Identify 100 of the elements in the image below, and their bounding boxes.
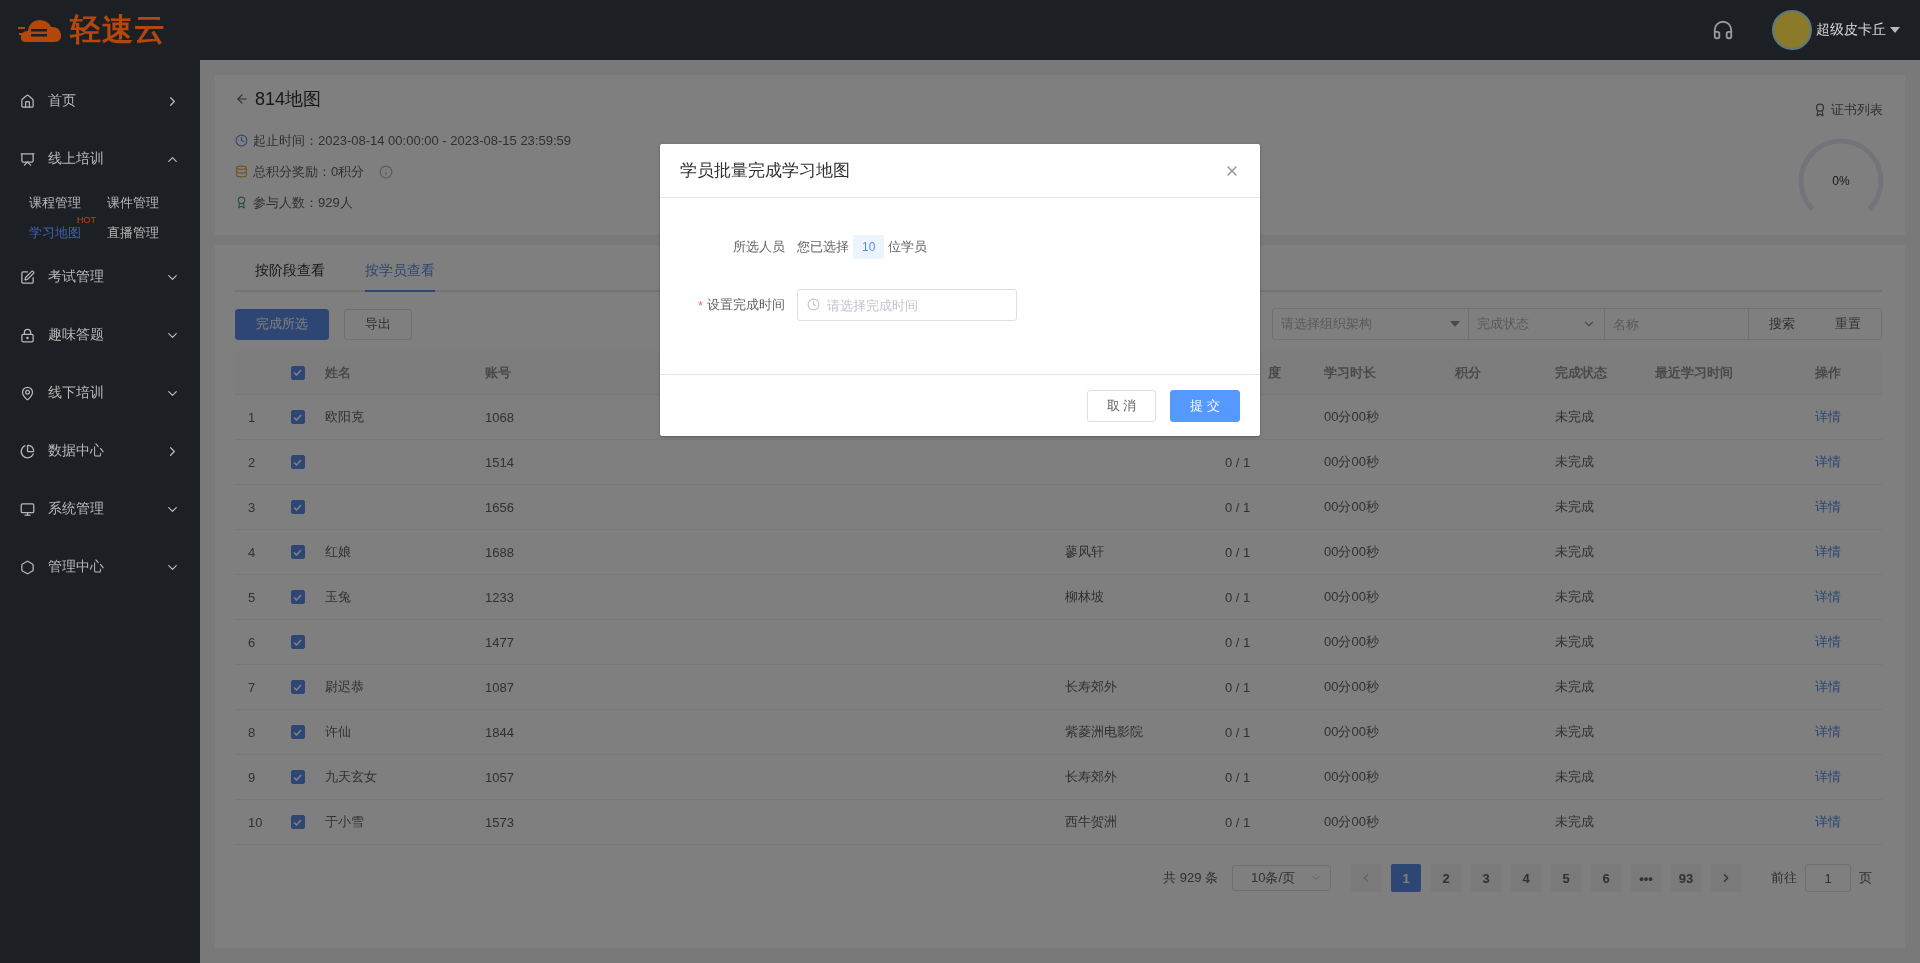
sidebar-subitem[interactable]: 直播管理 — [107, 224, 159, 242]
row-checkbox[interactable] — [290, 815, 305, 829]
details-link[interactable]: 详情 — [1815, 588, 1841, 606]
next-page-button[interactable] — [1711, 864, 1741, 892]
table-cell: 未完成 — [1555, 678, 1594, 696]
page-button[interactable]: 1 — [1391, 864, 1421, 892]
sidebar-item[interactable]: 考试管理 — [0, 248, 200, 306]
sidebar-item[interactable]: 管理中心 — [0, 538, 200, 596]
row-checkbox[interactable] — [290, 455, 305, 469]
sidebar-item[interactable]: 趣味答题 — [0, 306, 200, 364]
sidebar-item[interactable]: 首页 — [0, 72, 200, 130]
sidebar-item[interactable]: 系统管理 — [0, 480, 200, 538]
row-checkbox[interactable] — [290, 500, 305, 514]
table-cell: 1844 — [485, 724, 514, 740]
details-link[interactable]: 详情 — [1815, 543, 1841, 561]
table-cell: 蓼风轩 — [1065, 543, 1104, 561]
date-time-field[interactable]: 请选择完成时间 — [797, 289, 1017, 321]
progress-reading: 0% — [1832, 174, 1850, 188]
table-cell: 00分00秒 — [1324, 678, 1379, 696]
cancel-button[interactable]: 取 消 — [1086, 389, 1157, 422]
table-cell: 9 — [248, 769, 256, 785]
details-link[interactable]: 详情 — [1815, 813, 1841, 831]
home-icon — [20, 93, 35, 109]
table-cell: 许仙 — [325, 723, 351, 741]
submit-button[interactable]: 提 交 — [1170, 389, 1240, 422]
row-checkbox[interactable] — [290, 725, 305, 739]
goto-page-field[interactable]: 1 — [1805, 864, 1851, 892]
table-cell: 6 — [248, 634, 256, 650]
table-cell: 1573 — [485, 814, 514, 830]
page-button[interactable]: ••• — [1631, 864, 1661, 892]
certificate-link[interactable]: 证书列表 — [1813, 101, 1883, 119]
table-cell: 于小雪 — [325, 813, 364, 831]
form-text: 位学员 — [888, 238, 928, 256]
row-checkbox[interactable] — [290, 635, 305, 649]
back-arrow-icon[interactable] — [235, 92, 249, 106]
table-cell: 未完成 — [1555, 768, 1594, 786]
details-link[interactable]: 详情 — [1815, 768, 1841, 786]
table-cell: 0 / 1 — [1225, 589, 1251, 605]
page-button[interactable]: 4 — [1511, 864, 1541, 892]
details-link[interactable]: 详情 — [1815, 633, 1841, 651]
page-button[interactable]: 6 — [1591, 864, 1621, 892]
table-cell: 3 — [248, 499, 256, 515]
row-checkbox[interactable] — [290, 770, 305, 784]
page-button[interactable]: 2 — [1431, 864, 1461, 892]
table-cell: 1068 — [485, 409, 514, 425]
table-cell: 2 — [248, 454, 256, 470]
sidebar-subitem[interactable]: 课程管理 — [29, 194, 81, 212]
table-cell: 1087 — [485, 679, 514, 695]
table-cell: 00分00秒 — [1324, 633, 1379, 651]
table-cell: 未完成 — [1555, 453, 1594, 471]
table-cell: 1477 — [485, 634, 514, 650]
info-text: 起止时间：2023-08-14 00:00:00 - 2023-08-15 23:59:59 — [253, 131, 571, 150]
table-cell: 柳林坡 — [1065, 588, 1104, 606]
page-button[interactable]: 3 — [1471, 864, 1501, 892]
details-link[interactable]: 详情 — [1815, 453, 1841, 471]
table-cell: 5 — [248, 589, 256, 605]
table-cell: 10 — [248, 814, 263, 830]
sidebar-subitem[interactable]: 课件管理 — [107, 194, 159, 212]
row-checkbox[interactable] — [290, 410, 305, 424]
table-cell: 0 / 1 — [1225, 814, 1251, 830]
table-cell: 九天玄女 — [325, 768, 377, 786]
reset-button[interactable]: 重置 — [1815, 309, 1881, 339]
table-cell: 00分00秒 — [1324, 768, 1379, 786]
sidebar-item[interactable]: 线上培训 — [0, 130, 200, 188]
table-cell: 西牛贺洲 — [1065, 813, 1117, 831]
page-button[interactable]: 93 — [1671, 864, 1701, 892]
row-checkbox[interactable] — [290, 680, 305, 694]
complete-selected-button[interactable]: 完成所选 — [235, 308, 329, 340]
tab[interactable]: 按阶段查看 — [255, 245, 325, 292]
page-button[interactable]: 5 — [1551, 864, 1581, 892]
search-button[interactable]: 搜索 — [1749, 309, 1815, 339]
table-cell: 00分00秒 — [1324, 543, 1379, 561]
info-text: 参与人数：929人 — [253, 193, 353, 212]
hot-label: HOT — [77, 214, 96, 225]
table-cell: 欧阳克 — [325, 408, 364, 426]
details-link[interactable]: 详情 — [1815, 408, 1841, 426]
select-all-checkbox[interactable] — [290, 365, 305, 380]
pie-chart-icon — [20, 443, 35, 459]
user-name[interactable]: 超级皮卡丘 — [1816, 21, 1886, 39]
logo-text: 轻速云 — [70, 11, 166, 49]
caret-down-icon — [1450, 321, 1460, 327]
headset-icon[interactable] — [1712, 19, 1734, 41]
sidebar-item[interactable]: 线下培训 — [0, 364, 200, 422]
page-size-select[interactable]: 10条/页 — [1232, 865, 1331, 891]
info-icon[interactable] — [379, 164, 394, 179]
page-suffix: 页 — [1859, 869, 1872, 887]
details-link[interactable]: 详情 — [1815, 723, 1841, 741]
sidebar-subitem[interactable]: 学习地图 — [29, 224, 81, 242]
table-cell: 00分00秒 — [1324, 588, 1379, 606]
row-checkbox[interactable] — [290, 545, 305, 559]
table-cell: 未完成 — [1555, 588, 1594, 606]
details-link[interactable]: 详情 — [1815, 498, 1841, 516]
form-label: 设置完成时间 — [707, 296, 785, 314]
export-button[interactable]: 导出 — [344, 308, 412, 340]
user-avatar[interactable] — [1772, 10, 1812, 50]
sidebar-item[interactable]: 数据中心 — [0, 422, 200, 480]
row-checkbox[interactable] — [290, 590, 305, 604]
tab[interactable]: 按学员查看 — [365, 245, 435, 292]
caret-down-icon[interactable] — [1890, 27, 1900, 33]
details-link[interactable]: 详情 — [1815, 678, 1841, 696]
